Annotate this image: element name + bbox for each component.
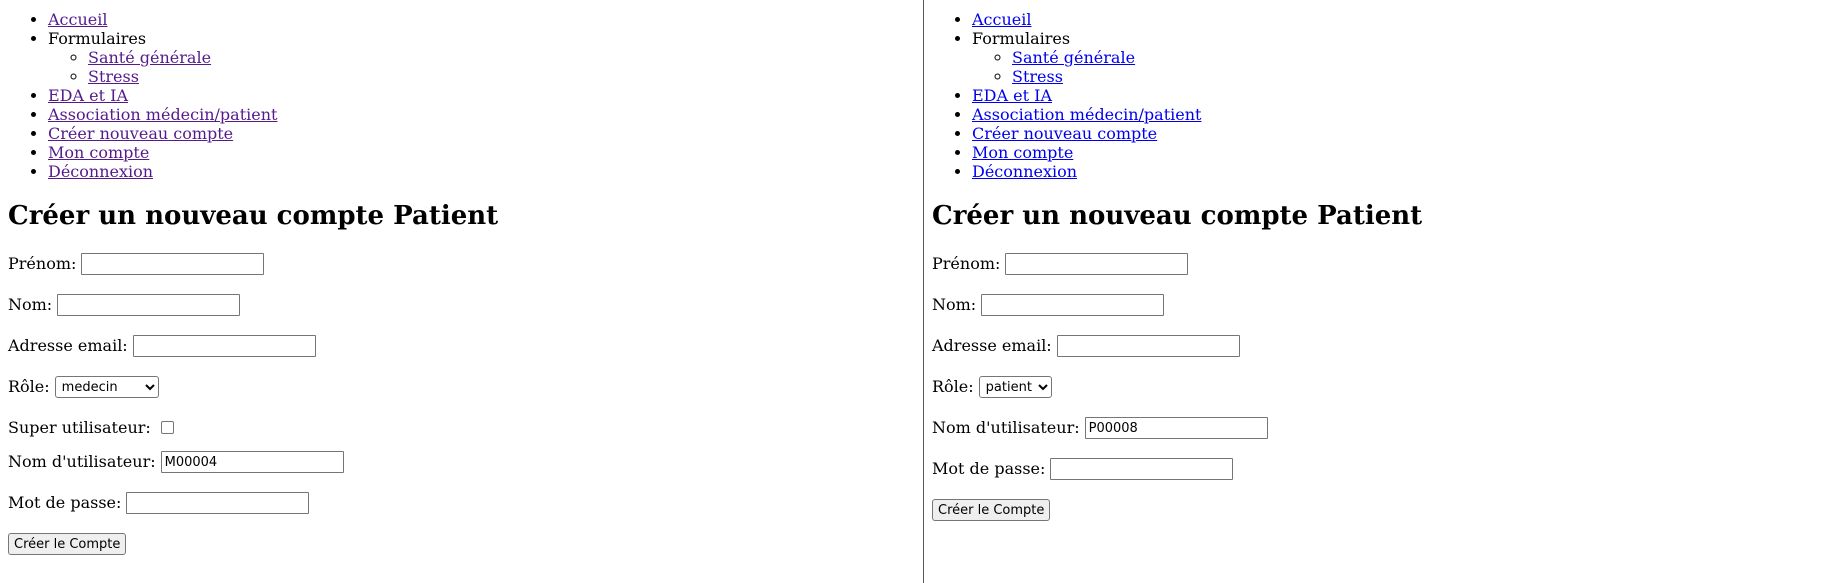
super-user-label: Super utilisateur: xyxy=(8,418,151,437)
nav-item: Mon compte xyxy=(48,143,915,162)
nav-link-association[interactable]: Association médecin/patient xyxy=(972,105,1201,124)
prenom-input[interactable] xyxy=(1005,253,1189,275)
password-label: Mot de passe: xyxy=(8,493,122,512)
email-input[interactable] xyxy=(1056,335,1240,357)
nav-link-mon-compte[interactable]: Mon compte xyxy=(972,143,1073,162)
split-view: Accueil Formulaires Santé générale Stres… xyxy=(0,0,1847,583)
email-row: Adresse email: xyxy=(8,335,915,376)
nav-link-creer-compte[interactable]: Créer nouveau compte xyxy=(972,124,1157,143)
super-user-checkbox[interactable] xyxy=(160,421,174,434)
nav-link-deconnexion[interactable]: Déconnexion xyxy=(48,162,153,181)
nom-label: Nom: xyxy=(932,295,977,314)
nav-link-accueil[interactable]: Accueil xyxy=(972,10,1031,29)
username-row: Nom d'utilisateur: xyxy=(8,451,915,492)
nav-subitem: Stress xyxy=(1012,67,1839,86)
nav-menu: Accueil Formulaires Santé générale Stres… xyxy=(8,10,915,181)
nom-row: Nom: xyxy=(932,294,1839,335)
nav-item: Créer nouveau compte xyxy=(48,124,915,143)
nav-item: Déconnexion xyxy=(972,162,1839,181)
username-label: Nom d'utilisateur: xyxy=(8,452,156,471)
nav-item: Déconnexion xyxy=(48,162,915,181)
nav-link-eda-ia[interactable]: EDA et IA xyxy=(48,86,128,105)
nav-link-creer-compte[interactable]: Créer nouveau compte xyxy=(48,124,233,143)
nav-item-accueil: Accueil xyxy=(972,10,1839,29)
password-input[interactable] xyxy=(126,492,310,514)
nav-item: Mon compte xyxy=(972,143,1839,162)
prenom-label: Prénom: xyxy=(8,254,77,273)
username-input[interactable] xyxy=(1084,417,1268,439)
nav-link-mon-compte[interactable]: Mon compte xyxy=(48,143,149,162)
page-title: Créer un nouveau compte Patient xyxy=(8,201,499,231)
role-label: Rôle: xyxy=(8,377,50,396)
nav-item: Association médecin/patient xyxy=(972,105,1839,124)
nav-link-stress[interactable]: Stress xyxy=(1012,67,1063,86)
email-input[interactable] xyxy=(132,335,316,357)
create-account-button[interactable]: Créer le Compte xyxy=(932,499,1051,521)
prenom-input[interactable] xyxy=(81,253,265,275)
email-label: Adresse email: xyxy=(8,336,128,355)
nav-link-accueil[interactable]: Accueil xyxy=(48,10,107,29)
prenom-row: Prénom: xyxy=(932,253,1839,294)
right-pane: Accueil Formulaires Santé générale Stres… xyxy=(924,0,1847,583)
role-row: Rôle: medecin xyxy=(8,376,915,417)
nom-row: Nom: xyxy=(8,294,915,335)
prenom-row: Prénom: xyxy=(8,253,915,294)
nav-subitem: Stress xyxy=(88,67,915,86)
nav-submenu-formulaires: Santé générale Stress xyxy=(48,48,915,86)
nav-link-eda-ia[interactable]: EDA et IA xyxy=(972,86,1052,105)
nav-item-accueil: Accueil xyxy=(48,10,915,29)
role-label: Rôle: xyxy=(932,377,974,396)
create-account-button[interactable]: Créer le Compte xyxy=(8,533,127,555)
username-row: Nom d'utilisateur: xyxy=(932,417,1839,458)
role-select[interactable]: patient xyxy=(978,376,1052,398)
create-account-form: Prénom: Nom: Adresse email: Rôle: patien… xyxy=(932,253,1839,540)
password-label: Mot de passe: xyxy=(932,459,1046,478)
prenom-label: Prénom: xyxy=(932,254,1001,273)
email-label: Adresse email: xyxy=(932,336,1052,355)
email-row: Adresse email: xyxy=(932,335,1839,376)
nav-link-sante-generale[interactable]: Santé générale xyxy=(88,48,211,67)
submit-row: Créer le Compte xyxy=(8,533,915,574)
nav-link-association[interactable]: Association médecin/patient xyxy=(48,105,277,124)
nav-link-sante-generale[interactable]: Santé générale xyxy=(1012,48,1135,67)
nav-link-stress[interactable]: Stress xyxy=(88,67,139,86)
nav-label-formulaires: Formulaires xyxy=(48,29,147,48)
page-title: Créer un nouveau compte Patient xyxy=(932,201,1423,231)
left-pane: Accueil Formulaires Santé générale Stres… xyxy=(0,0,923,583)
nav-menu: Accueil Formulaires Santé générale Stres… xyxy=(932,10,1839,181)
nav-label-formulaires: Formulaires xyxy=(972,29,1071,48)
nav-item: Association médecin/patient xyxy=(48,105,915,124)
nav-item-formulaires: Formulaires Santé générale Stress xyxy=(972,29,1839,86)
nom-label: Nom: xyxy=(8,295,53,314)
nav-item: Créer nouveau compte xyxy=(972,124,1839,143)
username-input[interactable] xyxy=(160,451,344,473)
nav-item: EDA et IA xyxy=(972,86,1839,105)
submit-row: Créer le Compte xyxy=(932,499,1839,540)
nav-subitem: Santé générale xyxy=(88,48,915,67)
create-account-form: Prénom: Nom: Adresse email: Rôle: medeci… xyxy=(8,253,915,574)
super-user-row: Super utilisateur: xyxy=(8,417,915,451)
nav-subitem: Santé générale xyxy=(1012,48,1839,67)
nom-input[interactable] xyxy=(57,294,241,316)
nom-input[interactable] xyxy=(981,294,1165,316)
password-row: Mot de passe: xyxy=(8,492,915,533)
role-select[interactable]: medecin xyxy=(54,376,159,398)
nav-item-formulaires: Formulaires Santé générale Stress xyxy=(48,29,915,86)
nav-item: EDA et IA xyxy=(48,86,915,105)
nav-submenu-formulaires: Santé générale Stress xyxy=(972,48,1839,86)
role-row: Rôle: patient xyxy=(932,376,1839,417)
username-label: Nom d'utilisateur: xyxy=(932,418,1080,437)
nav-link-deconnexion[interactable]: Déconnexion xyxy=(972,162,1077,181)
password-row: Mot de passe: xyxy=(932,458,1839,499)
password-input[interactable] xyxy=(1050,458,1234,480)
